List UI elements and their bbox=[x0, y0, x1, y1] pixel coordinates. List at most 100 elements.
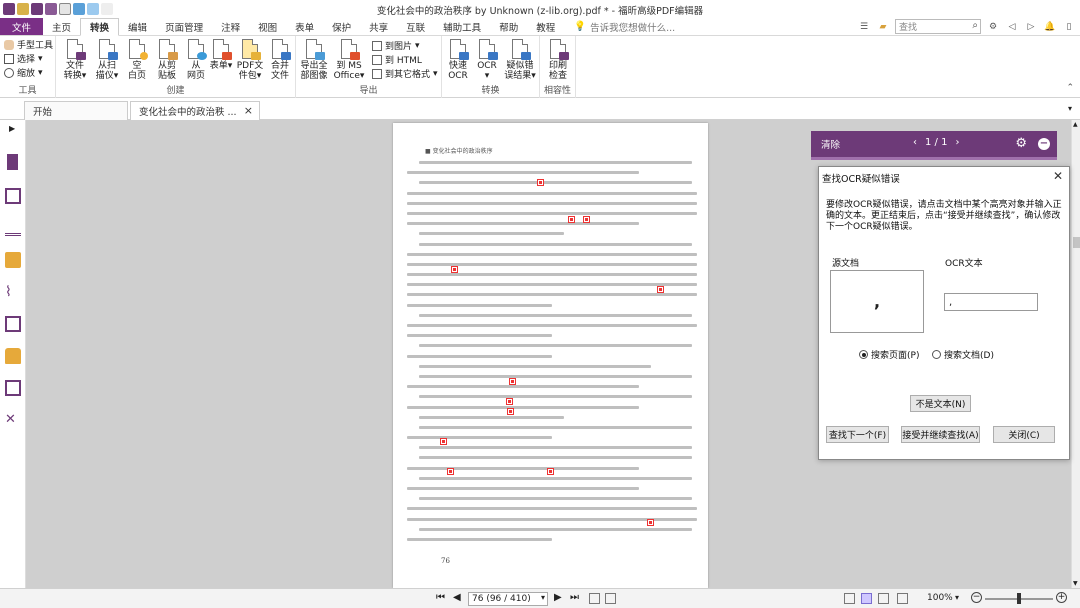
save-icon[interactable] bbox=[31, 3, 43, 15]
hand-tool-icon[interactable] bbox=[101, 3, 113, 15]
print-check-button[interactable]: 印刷 检查 bbox=[544, 38, 572, 81]
from-scanner-button[interactable]: 从扫 描仪▾ bbox=[92, 38, 122, 81]
customize-qa-icon[interactable] bbox=[115, 3, 123, 15]
zoom-in-icon[interactable]: + bbox=[1056, 592, 1067, 603]
collapse-icon[interactable]: − bbox=[1038, 138, 1050, 150]
page-dropdown-icon[interactable]: ▾ bbox=[541, 593, 545, 602]
search-icon[interactable]: ⌕ bbox=[972, 20, 978, 31]
first-page-icon[interactable]: ⏮ bbox=[436, 592, 445, 603]
tab-protect[interactable]: 保护 bbox=[323, 18, 360, 35]
gear-icon[interactable]: ⚙ bbox=[986, 20, 1000, 34]
ocr-suspect-mark[interactable] bbox=[647, 519, 654, 526]
tab-form[interactable]: 表单 bbox=[286, 18, 323, 35]
ocr-suspect-mark[interactable] bbox=[507, 408, 514, 415]
ocr-button[interactable]: OCR ▾ bbox=[474, 38, 500, 81]
ocr-suspect-mark[interactable] bbox=[568, 216, 575, 223]
pdf-page[interactable]: ■ 变化社会中的政治秩序 76 bbox=[393, 123, 708, 588]
blank-page-button[interactable]: 空 白页 bbox=[124, 38, 150, 81]
facing-view-icon[interactable] bbox=[861, 593, 872, 604]
scroll-up-icon[interactable]: ▲ bbox=[1073, 121, 1078, 128]
tab-edit[interactable]: 编辑 bbox=[119, 18, 156, 35]
to-image-button[interactable]: 到图片 ▾ bbox=[372, 39, 420, 52]
ocr-suspect-mark[interactable] bbox=[537, 179, 544, 186]
folder-icon[interactable]: ▰ bbox=[876, 20, 890, 34]
bell-icon[interactable]: 🔔 bbox=[1043, 20, 1057, 34]
vertical-scrollbar[interactable]: ▲ ▼ bbox=[1071, 120, 1080, 588]
prev-result-icon[interactable]: ‹ bbox=[913, 137, 917, 148]
ocr-suspect-mark[interactable] bbox=[447, 468, 454, 475]
form-button[interactable]: 表单▾ bbox=[208, 38, 234, 71]
print-icon[interactable] bbox=[45, 3, 57, 15]
single-page-view-icon[interactable] bbox=[589, 593, 600, 604]
select-button[interactable]: 选择 ▾ bbox=[4, 52, 43, 65]
continuous-view-icon[interactable] bbox=[844, 593, 855, 604]
next-page-icon[interactable]: ▶ bbox=[554, 592, 562, 603]
content-panel-icon[interactable] bbox=[5, 380, 21, 396]
from-webpage-button[interactable]: 从 网页 bbox=[182, 38, 210, 81]
user-icon[interactable]: ▯ bbox=[1062, 20, 1076, 34]
ocr-suspect-mark[interactable] bbox=[509, 378, 516, 385]
hand-tool-button[interactable]: 手型工具 bbox=[4, 38, 53, 51]
ocr-suspect-mark[interactable] bbox=[451, 266, 458, 273]
dialog-close-icon[interactable]: ✕ bbox=[1053, 169, 1063, 183]
ocr-suspect-mark[interactable] bbox=[583, 216, 590, 223]
redo-icon[interactable] bbox=[87, 3, 99, 15]
tab-help[interactable]: 帮助 bbox=[490, 18, 527, 35]
tab-list-icon[interactable]: ▾ bbox=[1068, 104, 1072, 113]
close-button[interactable]: 关闭(C) bbox=[993, 426, 1055, 443]
tab-view[interactable]: 视图 bbox=[249, 18, 286, 35]
tab-home[interactable]: 主页 bbox=[43, 18, 80, 35]
search-page-radio[interactable]: 搜索页面(P) bbox=[859, 348, 919, 361]
tab-start[interactable]: 开始 bbox=[24, 101, 128, 120]
scroll-down-icon[interactable]: ▼ bbox=[1073, 580, 1078, 587]
close-tab-icon[interactable]: × bbox=[244, 104, 253, 117]
to-ms-office-button[interactable]: 到 MS Office▾ bbox=[332, 38, 366, 81]
ocr-settings-gear-icon[interactable]: ⚙ bbox=[1015, 136, 1027, 151]
prev-page-icon[interactable]: ◀ bbox=[453, 592, 461, 603]
zoom-slider-handle[interactable] bbox=[1017, 593, 1021, 604]
expand-panel-icon[interactable]: ▶ bbox=[9, 124, 15, 133]
accept-continue-button[interactable]: 接受并继续查找(A) bbox=[901, 426, 980, 443]
signature-panel-icon[interactable] bbox=[5, 316, 21, 332]
to-other-format-button[interactable]: 到其它格式 ▾ bbox=[372, 67, 438, 80]
ocr-suspect-mark[interactable] bbox=[440, 438, 447, 445]
new-icon[interactable] bbox=[59, 3, 71, 15]
accessibility-panel-icon[interactable]: ✕ bbox=[5, 412, 21, 428]
ocr-suspect-mark[interactable] bbox=[657, 286, 664, 293]
export-all-images-button[interactable]: 导出全 部图像 bbox=[299, 38, 329, 81]
scrollbar-thumb[interactable] bbox=[1073, 237, 1080, 248]
zoom-level[interactable]: 100% bbox=[927, 593, 953, 603]
pdf-portfolio-button[interactable]: PDF文 件包▾ bbox=[234, 38, 266, 81]
to-html-button[interactable]: 到 HTML bbox=[372, 53, 422, 66]
continuous-facing-view-icon[interactable] bbox=[878, 593, 889, 604]
collapse-ribbon-icon[interactable]: ⌃ bbox=[1066, 83, 1074, 93]
quick-ocr-button[interactable]: 快速 OCR bbox=[444, 38, 472, 81]
not-text-button[interactable]: 不是文本(N) bbox=[910, 395, 971, 412]
ocr-suspect-mark[interactable] bbox=[506, 398, 513, 405]
lock-icon[interactable] bbox=[5, 348, 21, 364]
bookmark-icon[interactable] bbox=[7, 154, 18, 170]
back-icon[interactable]: ◁ bbox=[1005, 20, 1019, 34]
from-file-button[interactable]: 文件 转换▾ bbox=[60, 38, 90, 81]
tell-me-box[interactable]: 💡 告诉我您想做什么... bbox=[574, 18, 675, 35]
tab-share[interactable]: 共享 bbox=[360, 18, 397, 35]
comments-icon[interactable] bbox=[5, 252, 21, 268]
tab-file[interactable]: 文件 bbox=[0, 18, 44, 35]
page-number-field[interactable]: 76 (96 / 410) ▾ bbox=[468, 592, 548, 606]
undo-icon[interactable] bbox=[73, 3, 85, 15]
pages-icon[interactable] bbox=[5, 188, 21, 204]
tab-current-document[interactable]: 变化社会中的政治秩 ... × bbox=[130, 101, 260, 120]
layers-icon[interactable] bbox=[5, 220, 21, 236]
find-next-button[interactable]: 查找下一个(F) bbox=[826, 426, 889, 443]
zoom-button[interactable]: 缩放 ▾ bbox=[4, 66, 43, 79]
tab-page-management[interactable]: 页面管理 bbox=[156, 18, 212, 35]
attachment-icon[interactable]: ⌇ bbox=[5, 284, 21, 300]
zoom-dropdown-icon[interactable]: ▾ bbox=[955, 593, 959, 602]
split-view-icon[interactable] bbox=[897, 593, 908, 604]
suspect-results-button[interactable]: 疑似错 误结果▾ bbox=[502, 38, 538, 81]
from-clipboard-button[interactable]: 从剪 贴板 bbox=[152, 38, 182, 81]
ocr-suspect-mark[interactable] bbox=[547, 468, 554, 475]
search-input[interactable]: 查找 ⌕ bbox=[895, 19, 981, 34]
tab-convert[interactable]: 转换 bbox=[80, 18, 120, 36]
ocr-text-input[interactable] bbox=[944, 293, 1038, 311]
